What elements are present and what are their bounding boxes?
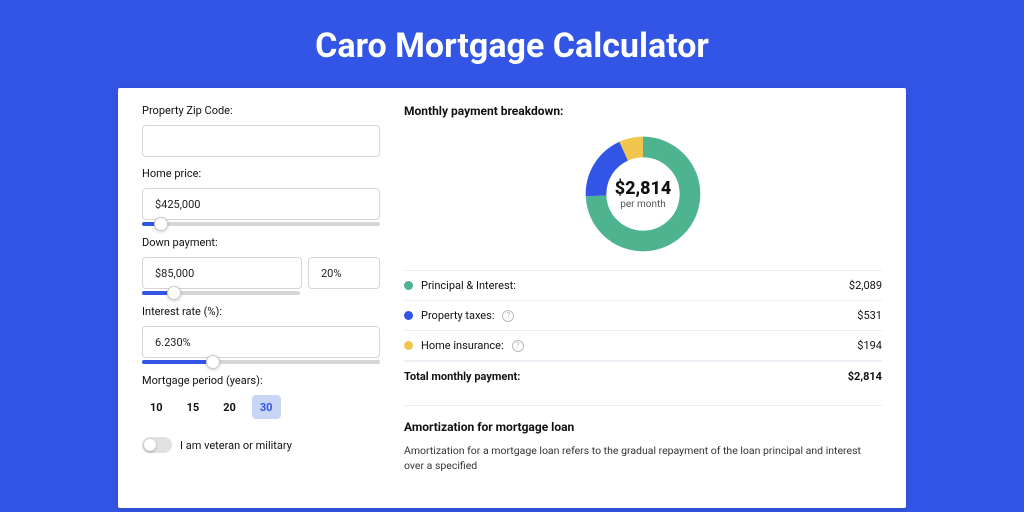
home-price-label: Home price: [142, 167, 380, 180]
legend-dot [404, 281, 413, 290]
breakdown-value: $194 [857, 339, 882, 352]
breakdown-row: Home insurance:? $194 [404, 330, 882, 361]
breakdown-value: $2,089 [849, 279, 882, 292]
home-price-slider[interactable] [142, 222, 380, 226]
down-payment-input[interactable] [142, 257, 302, 289]
interest-rate-thumb[interactable] [206, 355, 220, 369]
zip-label: Property Zip Code: [142, 104, 380, 117]
interest-rate-input[interactable] [142, 326, 380, 358]
legend-dot [404, 341, 413, 350]
breakdown-row: Principal & Interest: $2,089 [404, 270, 882, 300]
breakdown-label: Principal & Interest: [421, 279, 516, 292]
breakdown-value: $531 [857, 309, 882, 322]
breakdown-title: Monthly payment breakdown: [404, 104, 882, 118]
amortization-title: Amortization for mortgage loan [404, 405, 882, 434]
period-btn-30[interactable]: 30 [252, 395, 281, 419]
home-price-thumb[interactable] [154, 217, 168, 231]
calculator-card: Property Zip Code: Home price: Down paym… [118, 88, 906, 508]
total-row: Total monthly payment: $2,814 [404, 361, 882, 391]
help-icon[interactable]: ? [502, 310, 514, 322]
form-panel: Property Zip Code: Home price: Down paym… [118, 88, 390, 508]
amortization-body: Amortization for a mortgage loan refers … [404, 444, 882, 473]
donut-chart: $2,814 per month [404, 132, 882, 256]
down-payment-label: Down payment: [142, 236, 380, 249]
help-icon[interactable]: ? [512, 340, 524, 352]
interest-rate-label: Interest rate (%): [142, 305, 380, 318]
total-value: $2,814 [848, 370, 882, 383]
period-btn-15[interactable]: 15 [179, 395, 208, 419]
down-payment-pct-input[interactable] [308, 257, 380, 289]
card-wrapper: Property Zip Code: Home price: Down paym… [0, 88, 1024, 508]
breakdown-label: Property taxes: [421, 309, 494, 322]
period-btn-10[interactable]: 10 [142, 395, 171, 419]
breakdown-panel: Monthly payment breakdown: $2,814 per mo… [390, 88, 906, 508]
total-label: Total monthly payment: [404, 370, 520, 383]
veteran-toggle[interactable] [142, 437, 172, 453]
donut-sub: per month [620, 199, 666, 210]
down-payment-slider[interactable] [142, 291, 300, 295]
period-btn-20[interactable]: 20 [215, 395, 244, 419]
home-price-input[interactable] [142, 188, 380, 220]
page-title: Caro Mortgage Calculator [0, 0, 1024, 88]
donut-amount: $2,814 [615, 178, 672, 199]
zip-input[interactable] [142, 125, 380, 157]
veteran-label: I am veteran or military [180, 439, 292, 452]
period-buttons: 10 15 20 30 [142, 395, 380, 419]
down-payment-thumb[interactable] [167, 286, 181, 300]
legend-dot [404, 311, 413, 320]
breakdown-label: Home insurance: [421, 339, 504, 352]
mortgage-period-label: Mortgage period (years): [142, 374, 380, 387]
interest-rate-slider[interactable] [142, 360, 380, 364]
breakdown-lines: Principal & Interest: $2,089 Property taxe… [404, 270, 882, 361]
breakdown-row: Property taxes:? $531 [404, 300, 882, 330]
